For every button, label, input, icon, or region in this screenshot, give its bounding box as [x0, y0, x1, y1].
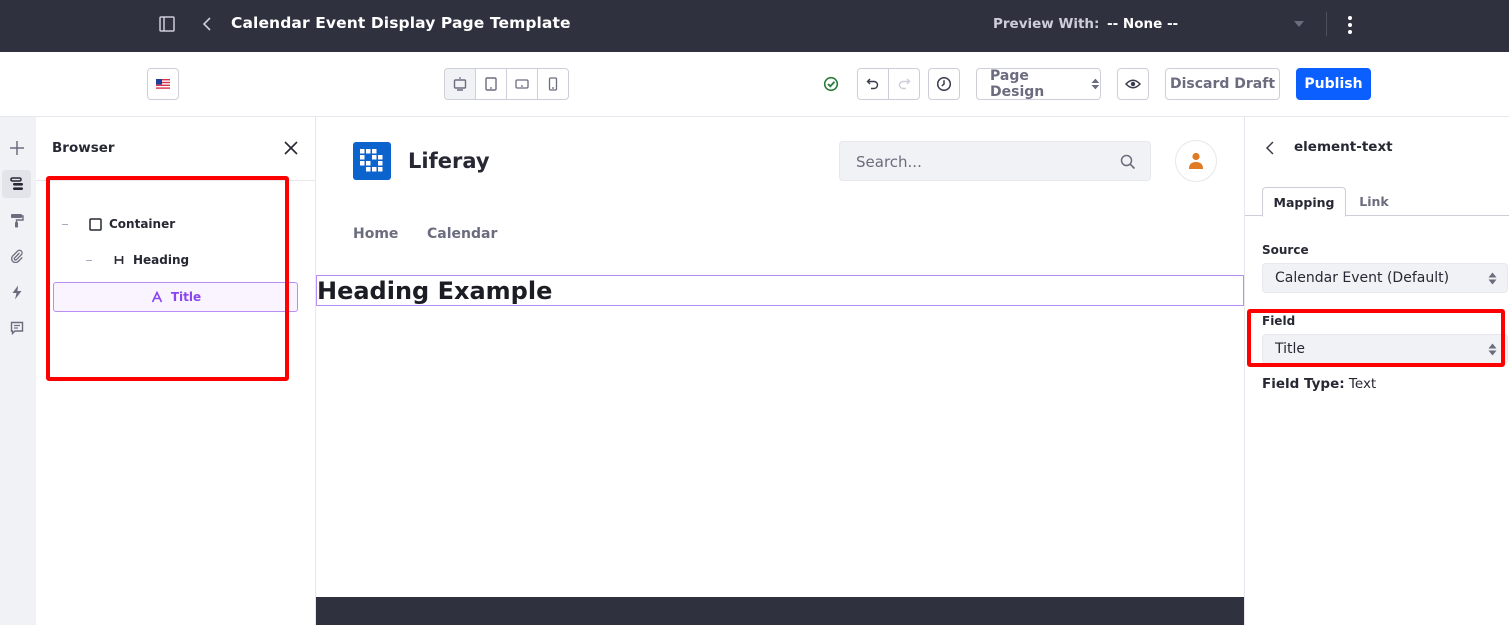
device-desktop-button[interactable] [445, 69, 476, 99]
sidebar-item-browser[interactable] [2, 170, 31, 198]
device-selector [444, 68, 569, 100]
collapse-icon[interactable] [62, 223, 68, 225]
bolt-icon [12, 285, 21, 299]
source-value: Calendar Event (Default) [1275, 270, 1450, 286]
field-label: Field [1262, 314, 1296, 328]
user-icon [1189, 152, 1203, 169]
search-icon[interactable] [1120, 154, 1136, 170]
editor-toolbar: Page Design Discard Draft Publish [0, 52, 1509, 117]
device-landscape-phone-button[interactable] [507, 69, 538, 99]
redo-button[interactable] [889, 69, 919, 99]
source-label: Source [1262, 243, 1309, 257]
heading-fragment[interactable]: Heading Example [316, 275, 1244, 306]
sidebar-item-page-design[interactable] [2, 206, 31, 234]
field-value: Title [1275, 341, 1306, 357]
browser-panel: Browser Container Heading Title [36, 117, 316, 625]
preview-button[interactable] [1117, 68, 1149, 100]
back-icon[interactable] [1263, 140, 1277, 156]
desktop-icon [453, 77, 467, 91]
history-button[interactable] [928, 68, 960, 100]
preview-with-select[interactable]: -- None -- [1100, 8, 1310, 42]
caret-double-icon [1091, 78, 1100, 90]
site-name[interactable]: Liferay [408, 149, 490, 173]
sidebar-item-interactions[interactable] [2, 278, 31, 306]
source-select[interactable]: Calendar Event (Default) [1262, 263, 1508, 293]
publish-button[interactable]: Publish [1296, 68, 1371, 100]
sidebar-item-comments[interactable] [2, 314, 31, 342]
tree-item-label: Title [170, 290, 202, 304]
page-design-label: Page Design [990, 68, 1045, 100]
landscape-phone-icon [515, 79, 529, 89]
element-name: element-text [1294, 139, 1393, 155]
sidebar-rail [0, 117, 36, 625]
device-portrait-phone-button[interactable] [538, 69, 568, 99]
liferay-logo-icon [360, 149, 383, 172]
eye-icon [1125, 79, 1141, 89]
options-kebab-icon[interactable] [1340, 14, 1360, 36]
nav-link-calendar[interactable]: Calendar [427, 226, 497, 242]
tab-link[interactable]: Link [1346, 187, 1402, 216]
redo-icon [898, 78, 911, 90]
field-select[interactable]: Title [1262, 334, 1508, 364]
plus-icon [9, 141, 24, 155]
configuration-panel: element-text Mapping Link Source Calenda… [1244, 117, 1509, 625]
sidebar-toggle-icon[interactable] [158, 15, 176, 33]
undo-button[interactable] [858, 69, 889, 99]
tree-item-container[interactable]: Container [62, 210, 175, 238]
page-canvas: Liferay Search... Home Calendar Heading … [316, 117, 1244, 625]
preview-with-value: -- None -- [1107, 16, 1179, 32]
undo-icon [866, 78, 879, 90]
caret-down-icon [1294, 21, 1304, 27]
tree-item-title[interactable]: Title [53, 282, 298, 312]
field-type-value: Text [1348, 376, 1377, 392]
tree-item-label: Container [109, 217, 176, 231]
panel-tabs: Mapping Link [1245, 187, 1509, 217]
app-header: Calendar Event Display Page Template Pre… [0, 0, 1509, 52]
language-selector-button[interactable] [147, 68, 179, 100]
field-type-label: Field Type: [1262, 376, 1345, 392]
page-footer [316, 597, 1244, 625]
browser-panel-title: Browser [52, 140, 115, 156]
paperclip-icon [10, 249, 23, 263]
us-flag-icon [156, 79, 170, 89]
user-avatar[interactable] [1175, 140, 1217, 182]
field-type: Field Type: Text [1262, 376, 1376, 392]
tab-mapping[interactable]: Mapping [1262, 187, 1346, 217]
text-icon [150, 290, 164, 304]
undo-redo-group [857, 68, 920, 100]
divider [1326, 12, 1327, 36]
close-icon[interactable] [283, 140, 299, 156]
heading-text[interactable]: Heading Example [317, 277, 552, 305]
comment-icon [10, 321, 23, 335]
browser-icon [9, 177, 23, 190]
clock-icon [936, 76, 952, 92]
divider [36, 180, 315, 181]
tree-item-label: Heading [133, 253, 190, 267]
annotation-highlight [46, 176, 289, 381]
sidebar-item-fragments[interactable] [2, 134, 31, 162]
square-icon [88, 217, 102, 231]
nav-link-home[interactable]: Home [353, 226, 398, 242]
heading-icon [112, 253, 126, 267]
caret-double-icon [1488, 272, 1497, 285]
discard-draft-button[interactable]: Discard Draft [1165, 68, 1280, 100]
saved-check-icon [823, 76, 839, 92]
page-title: Calendar Event Display Page Template [231, 14, 571, 32]
site-logo[interactable] [353, 142, 391, 180]
preview-with-label: Preview With: [993, 16, 1100, 32]
sidebar-item-mappings[interactable] [2, 242, 31, 270]
tablet-icon [485, 77, 497, 91]
device-tablet-button[interactable] [476, 69, 507, 99]
search-input[interactable]: Search... [839, 141, 1151, 181]
portrait-phone-icon [548, 77, 558, 91]
caret-double-icon [1488, 343, 1497, 356]
collapse-icon[interactable] [86, 259, 92, 261]
paint-roller-icon [10, 213, 24, 227]
tree-item-heading[interactable]: Heading [86, 246, 189, 274]
back-icon[interactable] [198, 14, 216, 34]
page-design-button[interactable]: Page Design [976, 68, 1101, 100]
search-placeholder: Search... [856, 153, 922, 171]
